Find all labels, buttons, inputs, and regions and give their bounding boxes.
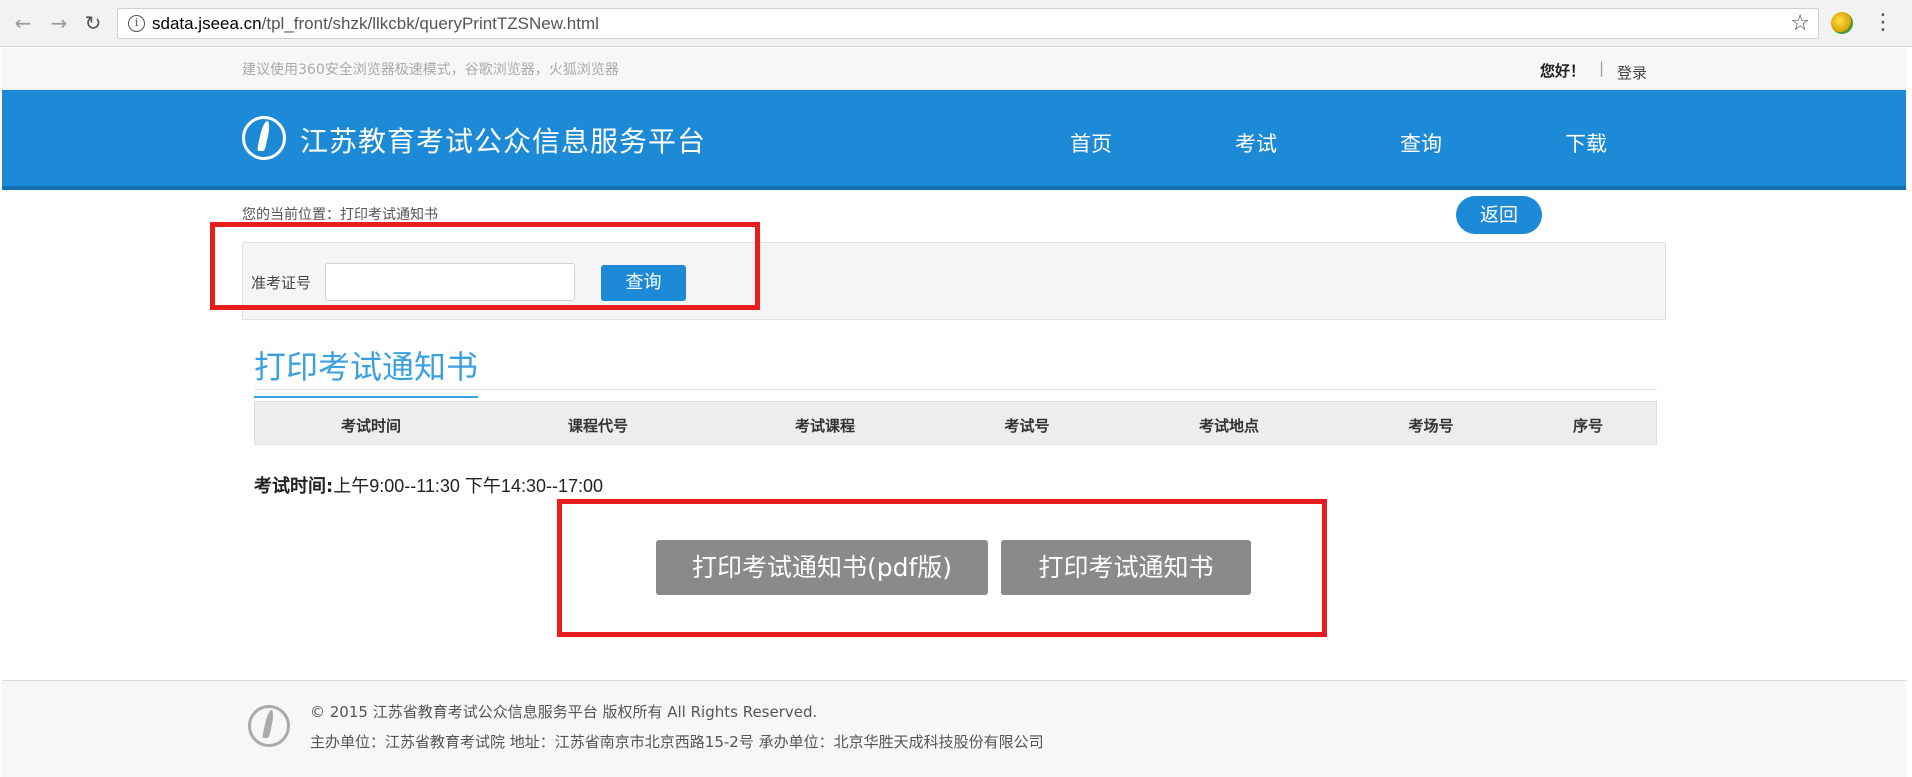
exam-time-label: 考试时间:	[254, 476, 334, 497]
back-arrow-icon[interactable]: ←	[10, 10, 36, 36]
info-icon[interactable]: i	[128, 15, 145, 32]
nav-query[interactable]: 查询	[1400, 128, 1442, 158]
print-notice-button[interactable]: 打印考试通知书	[1001, 540, 1251, 595]
table-header: 考试时间 课程代号 考试课程 考试号 考试地点 考场号 序号	[254, 401, 1657, 445]
url-host: sdata.jseea.cn	[152, 14, 262, 33]
site-header: 江苏教育考试公众信息服务平台 首页 考试 查询 下载	[2, 90, 1906, 190]
nav-download[interactable]: 下载	[1565, 128, 1607, 158]
page: 建议使用360安全浏览器极速模式，谷歌浏览器，火狐浏览器 您好！ | 登录 江苏…	[2, 48, 1906, 777]
col-seq-number: 序号	[1572, 417, 1604, 435]
bookmark-star-icon[interactable]: ☆	[1790, 11, 1810, 36]
nav-exam[interactable]: 考试	[1235, 128, 1277, 158]
col-room-number: 考场号	[1408, 417, 1454, 435]
col-course-code: 课程代号	[567, 417, 629, 435]
separator: |	[1599, 59, 1605, 77]
footer: © 2015 江苏省教育考试公众信息服务平台 版权所有 All Rights R…	[2, 681, 1906, 777]
back-button[interactable]: 返回	[1456, 196, 1542, 234]
exam-time-note: 考试时间:上午9:00--11:30 下午14:30--17:00	[254, 472, 603, 498]
host-info: 主办单位：江苏省教育考试院 地址：江苏省南京市北京西路15-2号 承办单位：北京…	[310, 733, 1044, 751]
breadcrumb: 您的当前位置：打印考试通知书	[242, 207, 438, 223]
forward-arrow-icon[interactable]: →	[46, 10, 72, 36]
copyright: © 2015 江苏省教育考试公众信息服务平台 版权所有 All Rights R…	[310, 703, 818, 721]
nav-home[interactable]: 首页	[1070, 128, 1112, 158]
greeting: 您好！	[1540, 62, 1586, 80]
print-pdf-button[interactable]: 打印考试通知书(pdf版)	[656, 540, 988, 595]
site-title[interactable]: 江苏教育考试公众信息服务平台	[300, 120, 706, 160]
browser-tip: 建议使用360安全浏览器极速模式，谷歌浏览器，火狐浏览器	[242, 62, 619, 78]
browser-menu-icon[interactable]: ⋮	[1872, 10, 1894, 36]
url-text[interactable]: sdata.jseea.cn/tpl_front/shzk/llkcbk/que…	[152, 14, 599, 34]
reload-icon[interactable]: ↻	[80, 10, 106, 36]
col-exam-number: 考试号	[1004, 417, 1050, 435]
address-bar[interactable]: i sdata.jseea.cn/tpl_front/shzk/llkcbk/q…	[117, 8, 1819, 39]
footer-logo-icon	[248, 705, 290, 747]
site-logo-icon[interactable]	[242, 116, 286, 160]
highlight-box-search	[210, 222, 760, 310]
url-path: /tpl_front/shzk/llkcbk/queryPrintTZSNew.…	[261, 14, 599, 33]
top-bar: 建议使用360安全浏览器极速模式，谷歌浏览器，火狐浏览器 您好！ | 登录	[2, 48, 1906, 90]
extension-icon[interactable]	[1831, 12, 1853, 34]
col-exam-course: 考试课程	[794, 417, 856, 435]
section-divider	[254, 389, 1657, 390]
exam-time-value: 上午9:00--11:30 下午14:30--17:00	[333, 476, 604, 496]
col-exam-location: 考试地点	[1198, 417, 1260, 435]
col-exam-time: 考试时间	[340, 417, 402, 435]
login-link[interactable]: 登录	[1617, 62, 1647, 83]
browser-toolbar: ← → ↻ i sdata.jseea.cn/tpl_front/shzk/ll…	[0, 0, 1912, 47]
